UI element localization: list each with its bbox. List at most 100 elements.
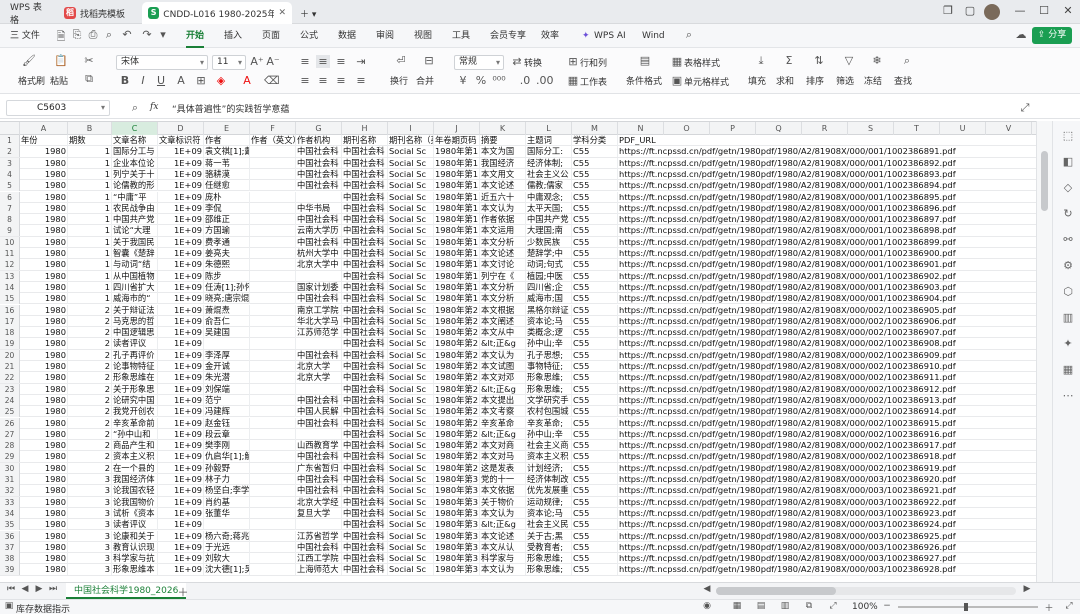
table-cell[interactable]: Social Sc [388,474,434,485]
page-layout-icon[interactable]: ▤ [754,601,768,611]
column-header-l[interactable]: L [526,122,572,135]
format-painter-icon[interactable]: 🖌 [22,54,36,67]
menu-file[interactable]: 三 文件 [10,28,40,44]
wrap-icon[interactable]: ⏎ [394,54,408,67]
freeze-button[interactable]: 冻结 [864,74,882,87]
table-cell[interactable]: 1E+09 [158,406,204,418]
table-cell[interactable]: https://ft.ncpssd.cn/pdf/getn/1980pdf/19… [618,406,1036,417]
table-cell[interactable]: 中国社会科 [296,180,342,192]
table-cell[interactable]: 本文为国 [480,146,526,158]
column-title[interactable]: 期刊名称 [342,135,388,146]
table-cell[interactable]: C55 [572,236,618,248]
table-cell[interactable]: 杨六奇;蒋兆年;张锡 [204,530,250,542]
table-cell[interactable]: 1980 [20,259,68,271]
table-cell[interactable]: 1980年第1 [434,202,480,214]
table-cell[interactable]: 四川省扩大 [112,281,158,293]
merge-button[interactable]: 合并 [416,74,434,87]
formula-content[interactable]: “具体普遍性”的实践哲学意蕴 [172,102,289,115]
table-cell[interactable]: Social Sc [388,440,434,452]
table-cell[interactable]: Social Sc [388,214,434,226]
table-cell[interactable]: 1E+09 [158,315,204,327]
table-cell[interactable]: 邵维正 [204,214,250,226]
table-cell[interactable]: 1980 [20,168,68,180]
select-all-corner[interactable] [0,122,20,135]
table-cell[interactable] [250,304,296,316]
table-cell[interactable]: 云南大学历 [296,225,342,237]
table-cell[interactable]: 3 [68,474,112,485]
menu-insert[interactable]: 插入 [224,28,242,44]
table-cell[interactable]: 陈步 [204,270,250,282]
table-cell[interactable]: 朱德熙 [204,259,250,271]
cond-format-button[interactable]: 条件格式 [626,74,662,87]
table-cell[interactable] [250,372,296,384]
table-cell[interactable]: 1980 [20,361,68,372]
table-cell[interactable]: 仇启华[1];解德沅[2] [204,451,250,463]
table-cell[interactable]: 1980年第2 [434,338,480,350]
table-cell[interactable]: 1 [68,214,112,226]
table-cell[interactable]: 本文分析 [480,293,526,305]
column-title[interactable]: 年份 [20,135,68,146]
table-cell[interactable]: 本文讨论 [480,259,526,271]
table-cell[interactable]: 中国社会科 [342,270,388,282]
table-cell[interactable]: 俞吾仁 [204,315,250,327]
table-cell[interactable]: 1 [68,293,112,305]
table-cell[interactable]: 2 [68,451,112,463]
table-cell[interactable]: Social Sc [388,259,434,271]
table-cell[interactable]: https://ft.ncpssd.cn/pdf/getn/1980pdf/19… [618,429,1036,440]
table-cell[interactable]: 北京大学 [296,372,342,384]
table-cell[interactable]: C55 [572,451,618,463]
font-color-icon[interactable]: A [240,74,254,87]
table-cell[interactable]: 1 [68,191,112,203]
sheet-tab[interactable]: 中国社会科学1980_2026 [66,583,187,599]
table-cell[interactable]: 本文用文 [480,168,526,180]
paste-icon[interactable]: 📋 [54,54,68,67]
italic-icon[interactable]: I [136,74,150,87]
table-cell[interactable]: 中国社会科 [342,541,388,553]
table-cell[interactable]: C55 [572,202,618,214]
table-cell[interactable]: 中国共产党 [112,214,158,226]
table-cell[interactable]: 1980 [20,225,68,237]
save-icon[interactable]: 🗎 [54,28,68,47]
zoom-level[interactable]: 100% [852,602,878,612]
cell-style-icon[interactable]: ▣ [670,74,684,87]
fill-icon[interactable]: ⤓ [754,54,768,68]
table-cell[interactable]: 1E+09 [158,191,204,203]
table-cell[interactable]: 辛亥革命 [480,417,526,429]
table-cell[interactable]: C55 [572,338,618,350]
table-cell[interactable]: 中国社会科 [296,157,342,169]
table-cell[interactable]: 肖约基 [204,496,250,508]
table-cell[interactable]: 1E+09 [158,293,204,305]
page-break-icon[interactable]: ▥ [778,601,792,611]
window-icon[interactable]: ▢ [962,4,978,17]
table-cell[interactable]: 本文分析 [480,281,526,293]
table-cell[interactable]: 吴建国 [204,327,250,339]
table-cell[interactable]: 冯建辉 [204,406,250,418]
column-header-d[interactable]: D [158,122,204,135]
table-cell[interactable]: 列宁在《 [480,270,526,282]
column-title[interactable]: 摘要 [480,135,526,146]
table-cell[interactable]: 中国社会科 [342,327,388,339]
table-cell[interactable]: https://ft.ncpssd.cn/pdf/getn/1980pdf/19… [618,282,1036,293]
table-cell[interactable]: C55 [572,180,618,192]
font-size-select[interactable]: 11 [212,55,246,70]
table-cell[interactable]: 本文认为 [480,564,526,576]
table-cell[interactable]: 1980 [20,564,68,576]
table-cell[interactable] [250,214,296,226]
table-cell[interactable]: 1980 [20,349,68,361]
sort-button[interactable]: 排序 [806,74,824,87]
table-cell[interactable]: 2 [68,361,112,372]
fullscreen-icon[interactable]: ⤢ [826,601,840,611]
table-cell[interactable]: 1980 [20,304,68,316]
table-cell[interactable]: 本文从认 [480,541,526,553]
table-cell[interactable]: Social Sc [388,383,434,395]
column-header-v[interactable]: V [986,122,1032,135]
table-cell[interactable]: 与动词“结 [112,259,158,271]
eye-icon[interactable]: ◉ [700,601,714,611]
row-number[interactable]: 39 [0,564,20,576]
table-cell[interactable]: 形象思维; [526,564,572,576]
table-cell[interactable]: 社会主义公 [526,168,572,180]
sort-icon[interactable]: ⇅ [812,54,826,67]
table-cell[interactable]: C55 [572,485,618,497]
table-cell[interactable]: 经济体制改 [526,474,572,485]
table-cell[interactable]: 1 [68,225,112,237]
